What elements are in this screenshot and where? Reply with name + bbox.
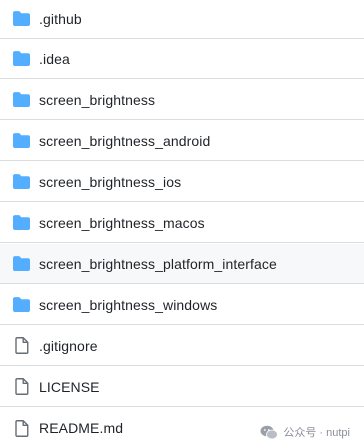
file-name: screen_brightness_android — [39, 132, 211, 149]
file-row-screen-brightness[interactable]: screen_brightness — [0, 80, 364, 120]
folder-icon — [13, 51, 30, 66]
file-name: screen_brightness_platform_interface — [39, 255, 277, 272]
file-row-idea[interactable]: .idea — [0, 39, 364, 79]
folder-icon — [13, 92, 30, 107]
folder-icon — [13, 11, 30, 26]
file-icon — [13, 378, 30, 395]
file-row-screen-brightness-macos[interactable]: screen_brightness_macos — [0, 203, 364, 243]
file-name: README.md — [39, 420, 124, 436]
file-row-gitignore[interactable]: .gitignore — [0, 326, 364, 366]
file-name: .idea — [39, 50, 70, 67]
file-name: screen_brightness_ios — [39, 173, 182, 190]
file-list: .github .idea screen_brightness screen_b… — [0, 0, 364, 447]
file-row-github[interactable]: .github — [0, 0, 364, 39]
watermark-text: 公众号 · nutpi — [283, 427, 350, 439]
folder-icon — [13, 133, 30, 148]
watermark: 公众号 · nutpi — [260, 424, 350, 440]
file-row-license[interactable]: LICENSE — [0, 367, 364, 407]
file-name: screen_brightness_windows — [39, 296, 218, 313]
file-name: LICENSE — [39, 378, 100, 395]
file-row-screen-brightness-platform-interface[interactable]: screen_brightness_platform_interface — [0, 244, 364, 284]
folder-icon — [13, 297, 30, 312]
file-name: screen_brightness — [39, 91, 156, 108]
file-row-screen-brightness-android[interactable]: screen_brightness_android — [0, 121, 364, 161]
folder-icon — [13, 256, 30, 271]
folder-icon — [13, 174, 30, 189]
file-icon — [13, 419, 30, 437]
file-name: .gitignore — [39, 337, 98, 354]
file-name: .github — [39, 10, 82, 27]
file-icon — [13, 337, 30, 354]
file-row-screen-brightness-windows[interactable]: screen_brightness_windows — [0, 285, 364, 325]
wechat-logo-icon — [260, 425, 279, 440]
file-row-screen-brightness-ios[interactable]: screen_brightness_ios — [0, 162, 364, 202]
folder-icon — [13, 215, 30, 230]
file-name: screen_brightness_macos — [39, 214, 205, 231]
